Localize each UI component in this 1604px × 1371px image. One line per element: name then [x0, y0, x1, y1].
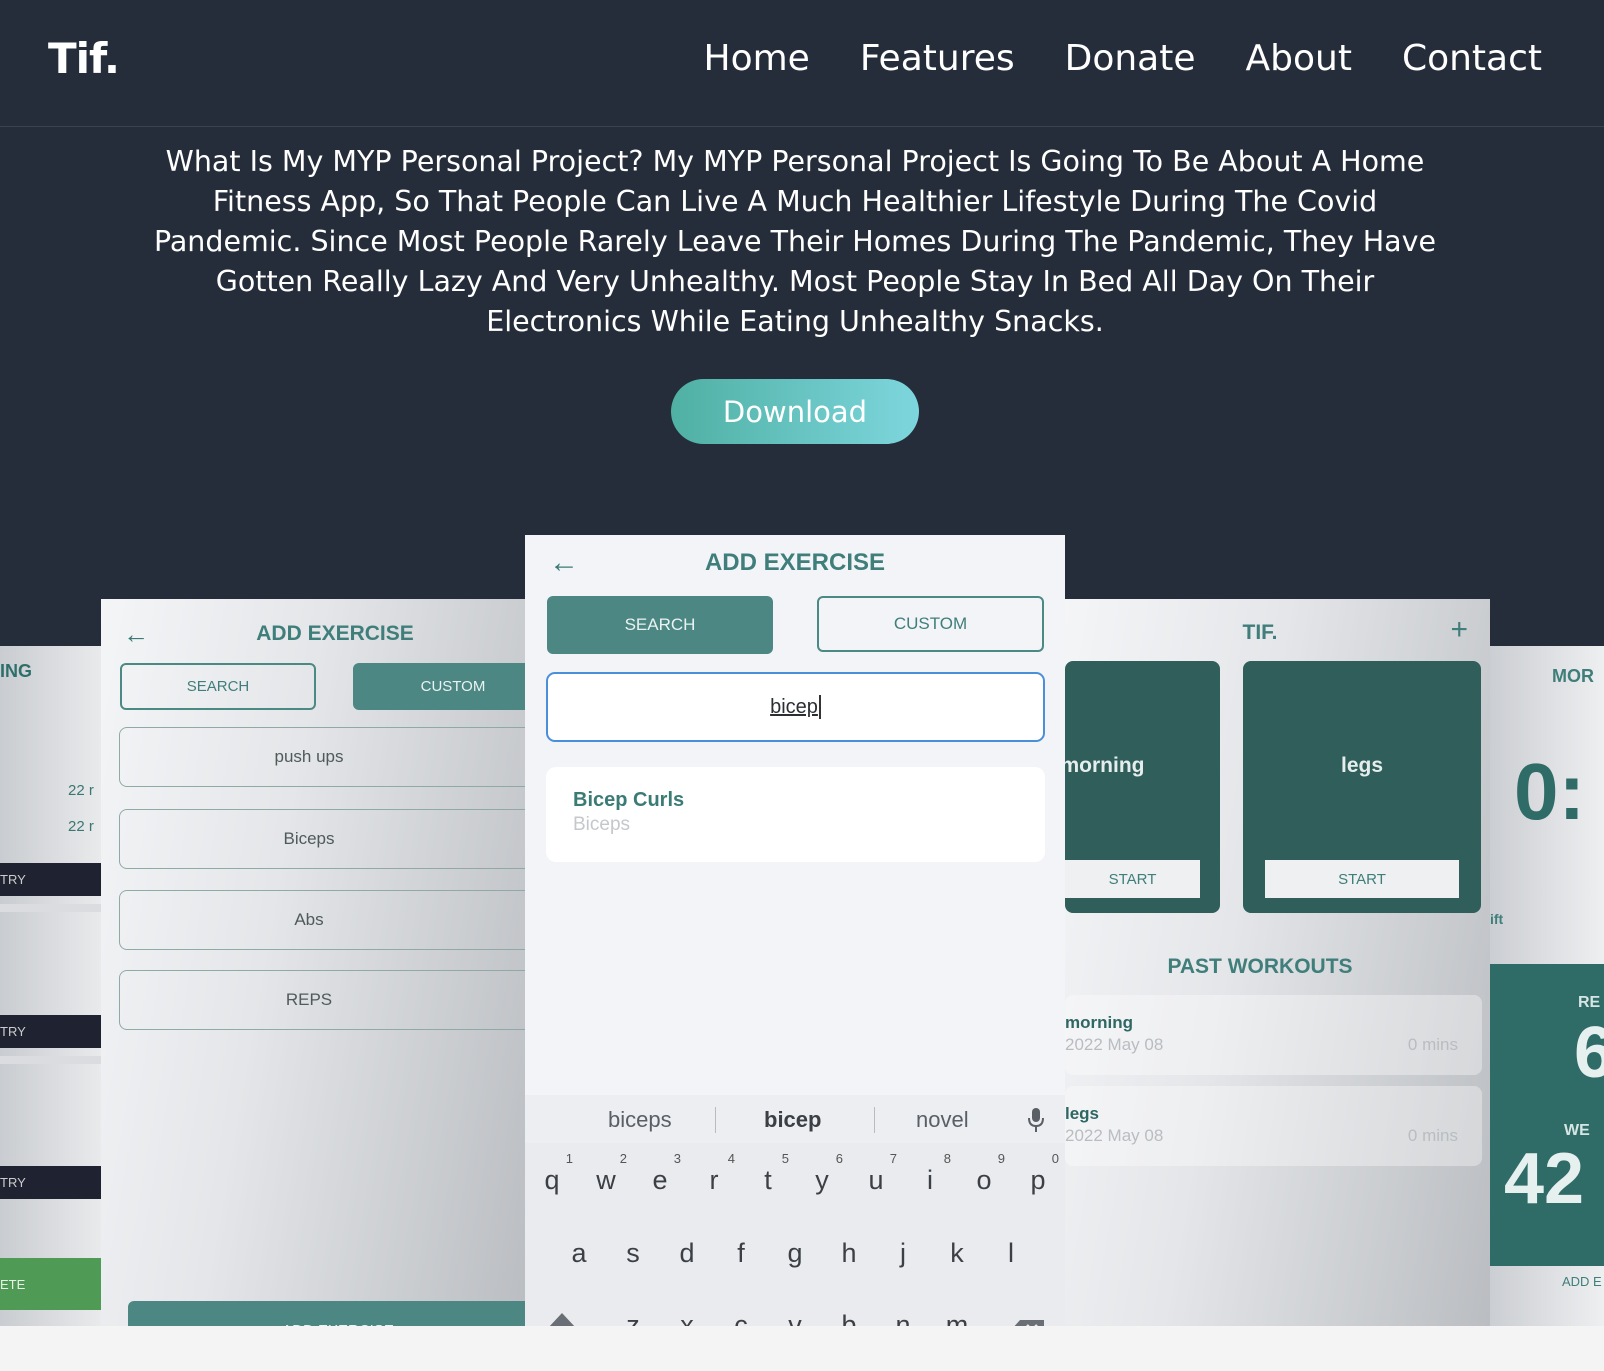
screen-title: ADD EXERCISE — [256, 622, 414, 645]
exercise-panel: RE 6 WE 42 — [1490, 964, 1604, 1266]
entry-button[interactable]: TRY — [0, 1166, 101, 1199]
exercise-name-field[interactable]: push ups — [119, 727, 525, 787]
workout-card-label: legs — [1340, 754, 1384, 777]
timer-display: 0: — [1514, 747, 1586, 836]
muscle-select[interactable]: Abs — [119, 890, 525, 950]
screen-title: ING — [0, 661, 33, 681]
key-q[interactable]: 1q — [529, 1151, 575, 1196]
site-header: Tif. Home Features Donate About Contact — [0, 0, 1604, 127]
result-category: Biceps — [573, 814, 631, 835]
download-button[interactable]: Download — [671, 379, 919, 444]
app-screen-add-exercise-search: ← ADD EXERCISE SEARCH CUSTOM bicep Bicep… — [525, 535, 1065, 1371]
key-y[interactable]: 6y — [799, 1151, 845, 1196]
key-l[interactable]: l — [988, 1238, 1034, 1269]
start-button[interactable]: START — [1265, 860, 1459, 898]
key-w[interactable]: 2w — [583, 1151, 629, 1196]
key-d[interactable]: d — [664, 1238, 710, 1269]
key-a[interactable]: a — [556, 1238, 602, 1269]
type-select[interactable]: REPS — [119, 970, 525, 1030]
entry-button[interactable]: TRY — [0, 1015, 101, 1048]
suggestion[interactable]: bicep — [764, 1107, 821, 1133]
screen-title: TIF. — [1242, 621, 1278, 644]
exercise-label: ift — [1490, 911, 1504, 927]
search-input[interactable]: bicep — [546, 672, 1045, 742]
tab-search[interactable]: SEARCH — [120, 663, 316, 710]
key-p[interactable]: 0p — [1015, 1151, 1061, 1196]
add-workout-icon[interactable]: + — [1450, 613, 1468, 647]
divider — [874, 1107, 875, 1133]
workout-name: legs — [1065, 1104, 1100, 1123]
result-name: Bicep Curls — [573, 789, 685, 811]
search-result-item[interactable]: Bicep Curls Biceps — [546, 767, 1045, 862]
nav-about[interactable]: About — [1246, 38, 1352, 79]
workout-name: morning — [1065, 1013, 1133, 1032]
past-workout-row[interactable]: legs 2022 May 08 0 mins — [1065, 1086, 1482, 1166]
workout-duration: 0 mins — [1407, 1035, 1458, 1054]
key-s[interactable]: s — [610, 1238, 656, 1269]
start-button[interactable]: START — [1065, 860, 1200, 898]
weight-value: 42 — [1504, 1139, 1585, 1219]
entry-date: 22 r — [68, 782, 94, 799]
app-screen-add-exercise-custom: ← ADD EXERCISE SEARCH CUSTOM push ups Bi… — [101, 599, 525, 1371]
key-u[interactable]: 7u — [853, 1151, 899, 1196]
key-h[interactable]: h — [826, 1238, 872, 1269]
page-bottom-strip — [0, 1326, 1604, 1371]
suggestion-bar: biceps bicep novel — [525, 1095, 1065, 1143]
microphone-icon[interactable] — [1027, 1107, 1045, 1133]
past-workouts-heading: PAST WORKOUTS — [1167, 955, 1353, 978]
workout-card[interactable]: morning START — [1065, 661, 1220, 913]
key-e[interactable]: 3e — [637, 1151, 683, 1196]
workout-card-label: morning — [1065, 754, 1145, 777]
screen-title: ADD EXERCISE — [704, 549, 886, 576]
main-nav: Home Features Donate About Contact — [704, 38, 1543, 79]
workout-card[interactable]: legs START — [1243, 661, 1481, 913]
key-o[interactable]: 9o — [961, 1151, 1007, 1196]
workout-duration: 0 mins — [1407, 1126, 1458, 1145]
reps-value: 6 — [1574, 1013, 1604, 1093]
entry-date: 22 r — [68, 818, 94, 835]
muscle-select[interactable]: Biceps — [119, 809, 525, 869]
workout-date: 2022 May 08 — [1065, 1035, 1164, 1054]
divider — [0, 904, 101, 912]
entry-button[interactable]: TRY — [0, 863, 101, 896]
key-g[interactable]: g — [772, 1238, 818, 1269]
suggestion[interactable]: novel — [916, 1107, 969, 1133]
tab-custom[interactable]: CUSTOM — [353, 663, 525, 710]
complete-button[interactable]: ETE — [0, 1258, 101, 1310]
workout-date: 2022 May 08 — [1065, 1126, 1164, 1145]
nav-contact[interactable]: Contact — [1402, 38, 1542, 79]
key-j[interactable]: j — [880, 1238, 926, 1269]
key-f[interactable]: f — [718, 1238, 764, 1269]
search-input-value: bicep — [770, 695, 818, 718]
tab-custom[interactable]: CUSTOM — [817, 596, 1044, 652]
key-k[interactable]: k — [934, 1238, 980, 1269]
divider — [0, 1056, 101, 1064]
add-exercise-button[interactable]: ADD E — [1562, 1274, 1602, 1289]
nav-donate[interactable]: Donate — [1065, 38, 1196, 79]
app-screen-home: TIF. + morning START legs START PAST WOR… — [1065, 599, 1490, 1371]
nav-features[interactable]: Features — [860, 38, 1015, 79]
text-caret — [818, 695, 821, 719]
intro-text: What Is My MYP Personal Project? My MYP … — [153, 145, 1437, 338]
past-workout-row[interactable]: morning 2022 May 08 0 mins — [1065, 995, 1482, 1075]
tab-search[interactable]: SEARCH — [547, 596, 773, 654]
divider — [715, 1107, 716, 1133]
site-logo[interactable]: Tif. — [48, 34, 120, 83]
key-i[interactable]: 8i — [907, 1151, 953, 1196]
nav-home[interactable]: Home — [704, 38, 810, 79]
key-t[interactable]: 5t — [745, 1151, 791, 1196]
suggestion[interactable]: biceps — [608, 1107, 672, 1133]
reps-label: RE — [1578, 994, 1601, 1011]
app-screen-far-right: MOR 0: ift RE 6 WE 42 ADD E — [1490, 646, 1604, 1326]
screen-title: MOR — [1552, 666, 1594, 686]
key-r[interactable]: 4r — [691, 1151, 737, 1196]
app-screen-far-left: ING 22 r 22 r TRY TRY TRY ETE — [0, 646, 101, 1326]
